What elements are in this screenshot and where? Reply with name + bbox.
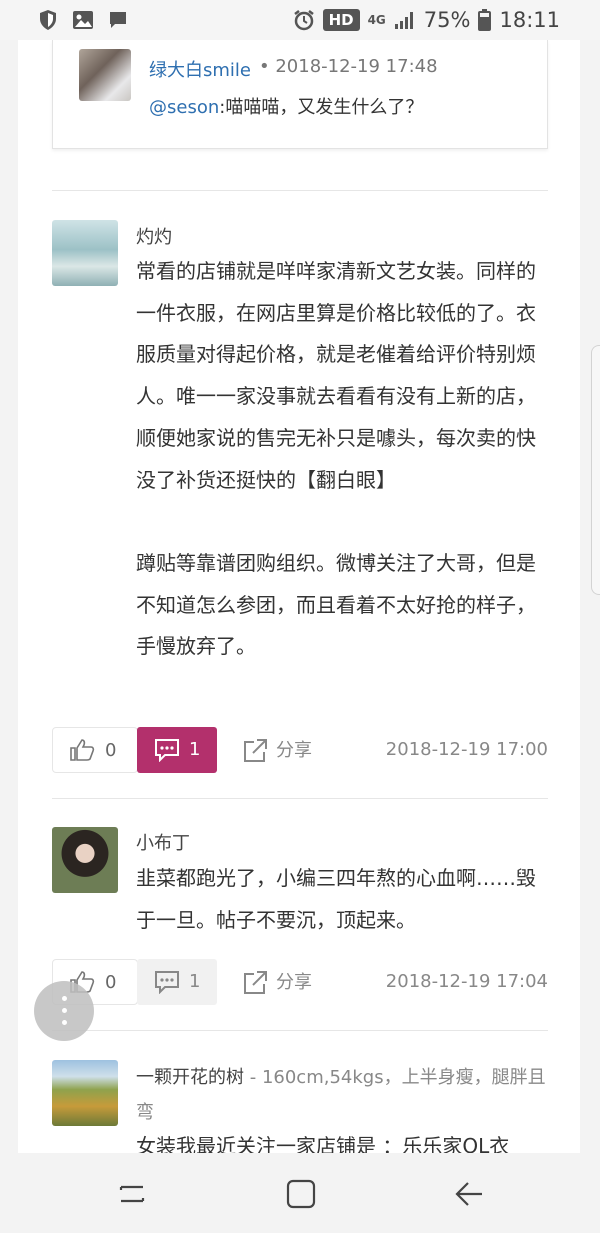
nested-reply: 绿大白smile • 2018-12-19 17:48 @seson:喵喵喵，又… — [52, 40, 548, 149]
post-username[interactable]: 一颗开花的树 - 160cm,54kgs，上半身瘦，腿胖且弯 — [136, 1060, 546, 1130]
battery-icon — [478, 9, 492, 31]
post-paragraph: 蹲贴等靠谱团购组织。微博关注了大哥，但是不知道怎么参团，而且看着不太好抢的样子，… — [136, 550, 536, 659]
hd-badge: HD — [322, 9, 360, 31]
mention-link[interactable]: @seson — [149, 97, 219, 118]
avatar[interactable] — [52, 827, 118, 893]
like-count: 0 — [105, 972, 117, 993]
like-count: 0 — [105, 740, 117, 761]
back-icon[interactable] — [452, 1177, 486, 1211]
post-paragraph: 常看的店铺就是咩咩家清新文艺女装。同样的一件衣服，在网店里算是价格比较低的了。衣… — [136, 259, 536, 492]
post-username[interactable]: 灼灼 — [136, 223, 172, 249]
share-icon — [244, 739, 267, 762]
post-paragraph: 韭菜都跑光了，小编三四年熬的心血啊……毁于一旦。帖子不要沉，顶起来。 — [136, 866, 536, 932]
thumbs-up-icon — [70, 739, 95, 761]
more-options-button[interactable] — [34, 981, 94, 1041]
scroll-handle[interactable] — [591, 345, 600, 595]
comment-button[interactable]: 1 — [137, 727, 217, 773]
share-label: 分享 — [276, 972, 312, 993]
share-icon — [244, 971, 267, 994]
avatar[interactable] — [79, 49, 131, 101]
comment-icon — [155, 971, 179, 994]
network-type: 4G — [367, 13, 386, 27]
reply-username[interactable]: 绿大白smile — [149, 56, 251, 82]
comment-count: 1 — [189, 971, 201, 992]
status-bar: HD 4G 75% 18:11 — [0, 0, 600, 40]
post-body: 常看的店铺就是咩咩家清新文艺女装。同样的一件衣服，在网店里算是价格比较低的了。衣… — [136, 251, 546, 668]
share-button[interactable]: 分享 — [242, 968, 312, 996]
comment-icon — [155, 739, 179, 762]
navigation-bar — [0, 1153, 600, 1233]
alarm-icon — [293, 10, 314, 31]
reply-date: • 2018-12-19 17:48 — [259, 56, 438, 77]
share-label: 分享 — [276, 740, 312, 761]
username-text: 小布丁 — [136, 833, 190, 854]
comment-count: 1 — [189, 739, 201, 760]
reply-text: @seson:喵喵喵，又发生什么了？ — [149, 93, 423, 119]
battery-percent: 75% — [423, 8, 471, 32]
home-icon[interactable] — [284, 1177, 318, 1211]
post-username[interactable]: 小布丁 — [136, 829, 190, 855]
divider — [52, 190, 548, 191]
like-button[interactable]: 0 — [52, 727, 138, 773]
post-body: 韭菜都跑光了，小编三四年熬的心血啊……毁于一旦。帖子不要沉，顶起来。 — [136, 858, 546, 941]
post-time: 2018-12-19 17:00 — [385, 739, 548, 760]
username-text: 灼灼 — [136, 227, 172, 248]
recent-apps-icon[interactable] — [115, 1177, 149, 1211]
share-button[interactable]: 分享 — [242, 736, 312, 764]
comment-button[interactable]: 1 — [137, 959, 217, 1005]
divider — [52, 1030, 548, 1031]
thread-card: 绿大白smile • 2018-12-19 17:48 @seson:喵喵喵，又… — [18, 40, 580, 1153]
clock: 18:11 — [499, 8, 560, 32]
post-actions: 0 1 分享 2018-12-19 17:00 — [52, 727, 548, 773]
post-paragraph: 女装我最近关注一家店铺是 ：乐乐家OL衣 — [136, 1134, 510, 1153]
avatar[interactable] — [52, 1060, 118, 1126]
image-icon — [73, 11, 93, 29]
message-icon — [110, 12, 126, 28]
divider — [52, 798, 548, 799]
username-text: 一颗开花的树 — [136, 1067, 244, 1088]
shield-icon — [40, 10, 56, 30]
reply-body: :喵喵喵，又发生什么了？ — [219, 97, 424, 118]
post-actions: 0 1 分享 2018-12-19 17:04 — [52, 959, 548, 1005]
post-body: 女装我最近关注一家店铺是 ：乐乐家OL衣 — [136, 1126, 546, 1153]
signal-icon — [394, 12, 413, 29]
avatar[interactable] — [52, 220, 118, 286]
post-time: 2018-12-19 17:04 — [385, 971, 548, 992]
